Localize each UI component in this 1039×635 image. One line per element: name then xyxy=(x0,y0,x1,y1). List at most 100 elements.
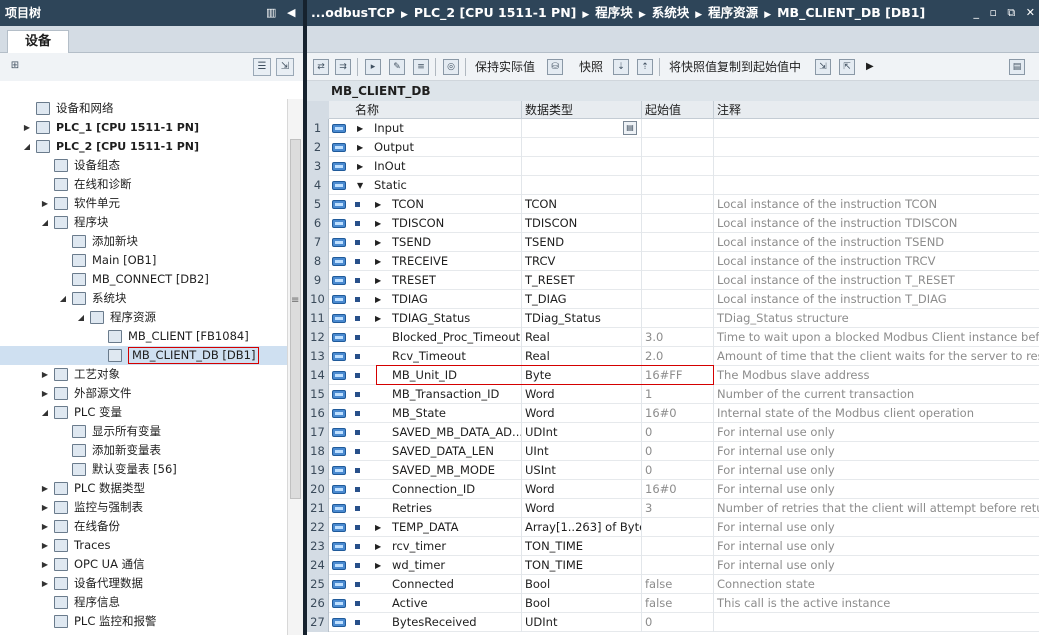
table-row[interactable]: 12 Blocked_Proc_Timeout Real 3.0 Time to wai… xyxy=(307,328,1039,347)
collapse-arrow-icon[interactable]: ◢ xyxy=(22,137,32,156)
cell-data-type[interactable]: UDInt xyxy=(524,613,641,632)
table-row[interactable]: 2 ▶ Output xyxy=(307,138,1039,157)
cell-start-value[interactable]: 0 xyxy=(641,461,713,480)
tree-item[interactable]: ◢ 程序块 xyxy=(0,213,287,232)
collapse-arrow-icon[interactable]: ◢ xyxy=(76,308,86,327)
row-number[interactable]: 26 xyxy=(307,594,329,613)
row-number[interactable]: 27 xyxy=(307,613,329,632)
tree-item[interactable]: 添加新块 xyxy=(0,232,287,251)
cell-name[interactable]: Retries xyxy=(392,499,432,518)
breadcrumb-item[interactable]: PLC_2 [CPU 1511-1 PN] xyxy=(414,5,577,20)
breadcrumb-item[interactable]: MB_CLIENT_DB [DB1] xyxy=(777,5,925,20)
tree-item[interactable]: 设备和网络 xyxy=(0,99,287,118)
expand-arrow-icon[interactable]: ▶ xyxy=(375,233,381,252)
table-row[interactable]: 10 ▶ TDIAG T_DIAG Local instance of the inst… xyxy=(307,290,1039,309)
tree-item[interactable]: MB_CONNECT [DB2] xyxy=(0,270,287,289)
cell-comment[interactable]: For internal use only xyxy=(713,518,1039,537)
cell-start-value[interactable]: 16#0 xyxy=(641,480,713,499)
cell-data-type[interactable]: Bool xyxy=(524,594,641,613)
cell-comment[interactable]: Number of the current transaction xyxy=(713,385,1039,404)
cell-comment[interactable]: TDiag_Status structure xyxy=(713,309,1039,328)
table-row[interactable]: 9 ▶ TRESET T_RESET Local instance of the ins… xyxy=(307,271,1039,290)
table-row[interactable]: 16 MB_State Word 16#0 Internal state of the … xyxy=(307,404,1039,423)
cell-start-value[interactable]: 16#FF xyxy=(641,366,713,385)
cell-data-type[interactable]: Byte xyxy=(524,366,641,385)
row-number[interactable]: 9 xyxy=(307,271,329,290)
cell-comment[interactable]: Internal state of the Modbus client oper… xyxy=(713,404,1039,423)
monitor-icon[interactable]: ◎ xyxy=(443,59,459,75)
row-number[interactable]: 13 xyxy=(307,347,329,366)
cell-data-type[interactable]: Array[1..263] of Byte xyxy=(524,518,641,537)
cell-data-type[interactable]: TDISCON xyxy=(524,214,641,233)
type-picker-icon[interactable]: ▤ xyxy=(623,121,637,135)
expand-arrow-icon[interactable]: ▶ xyxy=(40,479,50,498)
collapse-panel-icon[interactable]: ◀ xyxy=(287,0,295,26)
tree-item[interactable]: ▶ 外部源文件 xyxy=(0,384,287,403)
tree-item[interactable]: ▶ Traces xyxy=(0,536,287,555)
expand-all-icon[interactable]: ▸ xyxy=(365,59,381,75)
breadcrumb-item[interactable]: 系统块 xyxy=(652,5,690,20)
table-row[interactable]: 15 MB_Transaction_ID Word 1 Number of the cu… xyxy=(307,385,1039,404)
cell-data-type[interactable]: Bool xyxy=(524,575,641,594)
tree-item[interactable]: ▶ 工艺对象 xyxy=(0,365,287,384)
list-icon[interactable]: ≡ xyxy=(413,59,429,75)
expand-arrow-icon[interactable]: ▶ xyxy=(40,194,50,213)
row-number[interactable]: 10 xyxy=(307,290,329,309)
row-number[interactable]: 6 xyxy=(307,214,329,233)
cell-data-type[interactable]: TON_TIME xyxy=(524,556,641,575)
expand-arrow-icon[interactable]: ▶ xyxy=(375,556,381,575)
load-actual-values-icon[interactable]: ⇱ xyxy=(839,59,855,75)
column-start-value[interactable]: 起始值 xyxy=(641,101,713,119)
cell-comment[interactable]: For internal use only xyxy=(713,556,1039,575)
cell-comment[interactable]: Local instance of the instruction T_DIAG xyxy=(713,290,1039,309)
cell-start-value[interactable]: 3.0 xyxy=(641,328,713,347)
expand-arrow-icon[interactable]: ▶ xyxy=(40,536,50,555)
cell-comment[interactable]: Number of retries that the client will a… xyxy=(713,499,1039,518)
expand-arrow-icon[interactable]: ▶ xyxy=(375,290,381,309)
cell-comment[interactable]: For internal use only xyxy=(713,480,1039,499)
row-number[interactable]: 17 xyxy=(307,423,329,442)
cell-name[interactable]: Input xyxy=(374,119,404,138)
cell-name[interactable]: rcv_timer xyxy=(392,537,446,556)
cell-start-value[interactable]: 0 xyxy=(641,613,713,632)
cell-comment[interactable]: Connection state xyxy=(713,575,1039,594)
list-view-icon[interactable]: ☰ xyxy=(253,58,271,76)
tree-item[interactable]: ▶ PLC_1 [CPU 1511-1 PN] xyxy=(0,118,287,137)
row-number[interactable]: 15 xyxy=(307,385,329,404)
tree-item[interactable]: MB_CLIENT_DB [DB1] xyxy=(0,346,287,365)
cell-name[interactable]: TDIAG xyxy=(392,290,428,309)
cell-data-type[interactable]: TON_TIME xyxy=(524,537,641,556)
cell-data-type[interactable]: USInt xyxy=(524,461,641,480)
table-row[interactable]: 6 ▶ TDISCON TDISCON Local instance of the in… xyxy=(307,214,1039,233)
tree-item[interactable]: 显示所有变量 xyxy=(0,422,287,441)
cell-start-value[interactable]: 1 xyxy=(641,385,713,404)
cell-name[interactable]: InOut xyxy=(374,157,406,176)
tree-scrollbar-thumb[interactable] xyxy=(290,139,301,499)
row-number[interactable]: 20 xyxy=(307,480,329,499)
table-row[interactable]: 17 SAVED_MB_DATA_AD... UDInt 0 For internal … xyxy=(307,423,1039,442)
cell-comment[interactable]: Local instance of the instruction TCON xyxy=(713,195,1039,214)
cell-comment[interactable]: For internal use only xyxy=(713,461,1039,480)
cell-name[interactable]: MB_Unit_ID xyxy=(392,366,457,385)
cell-start-value[interactable]: 2.0 xyxy=(641,347,713,366)
collapse-arrow-icon[interactable]: ◢ xyxy=(58,289,68,308)
row-number[interactable]: 25 xyxy=(307,575,329,594)
column-comment[interactable]: 注释 xyxy=(713,101,1039,119)
row-number[interactable]: 11 xyxy=(307,309,329,328)
tree-item[interactable]: ◢ PLC_2 [CPU 1511-1 PN] xyxy=(0,137,287,156)
cell-name[interactable]: Rcv_Timeout xyxy=(392,347,466,366)
cell-comment[interactable]: Local instance of the instruction TSEND xyxy=(713,233,1039,252)
table-row[interactable]: 26 Active Bool false This call is the active… xyxy=(307,594,1039,613)
cell-data-type[interactable]: T_RESET xyxy=(524,271,641,290)
database-icon[interactable]: ⛁ xyxy=(547,59,563,75)
cell-data-type[interactable]: Word xyxy=(524,499,641,518)
settings-panel-icon[interactable]: ▤ xyxy=(1009,59,1025,75)
cell-name[interactable]: TDIAG_Status xyxy=(392,309,470,328)
row-number[interactable]: 21 xyxy=(307,499,329,518)
cell-data-type[interactable]: TRCV xyxy=(524,252,641,271)
table-row[interactable]: 3 ▶ InOut xyxy=(307,157,1039,176)
tree-item[interactable]: 在线和诊断 xyxy=(0,175,287,194)
cell-name[interactable]: MB_Transaction_ID xyxy=(392,385,499,404)
column-name[interactable]: 名称 xyxy=(352,101,524,119)
breadcrumb-item[interactable]: ...odbusTCP xyxy=(311,5,395,20)
